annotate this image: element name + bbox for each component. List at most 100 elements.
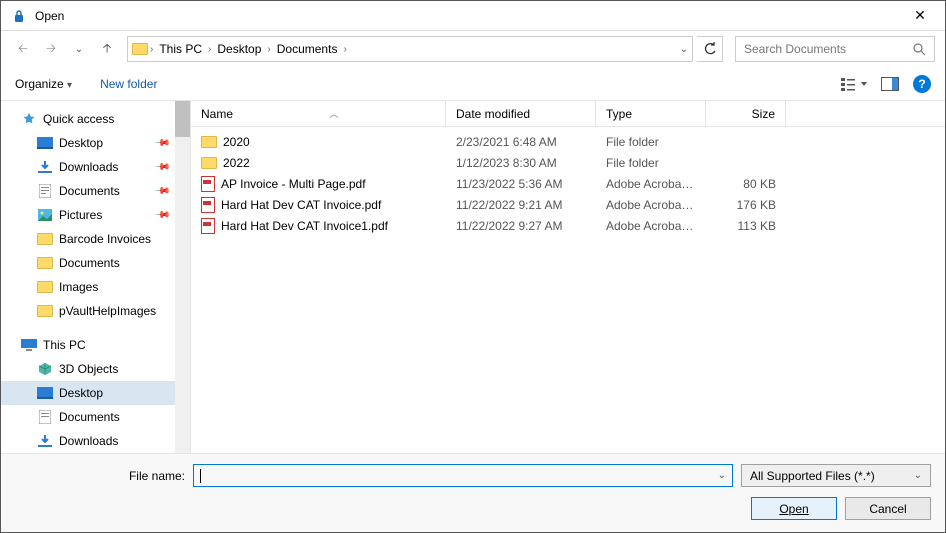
- nav-images[interactable]: Images: [1, 275, 190, 299]
- pc-icon: [21, 337, 37, 353]
- folder-icon: [37, 231, 53, 247]
- file-name: 2022: [223, 156, 250, 170]
- file-name: AP Invoice - Multi Page.pdf: [221, 177, 366, 191]
- file-type: File folder: [596, 135, 706, 149]
- folder-icon: [37, 255, 53, 271]
- desktop-icon: [37, 135, 53, 151]
- file-row[interactable]: Hard Hat Dev CAT Invoice1.pdf 11/22/2022 …: [191, 215, 945, 236]
- chevron-down-icon[interactable]: ⌄: [718, 470, 726, 481]
- window-title: Open: [35, 9, 64, 23]
- folder-icon: [37, 279, 53, 295]
- picture-icon: [37, 207, 53, 223]
- crumb-documents[interactable]: Documents: [273, 42, 342, 56]
- file-row[interactable]: 2020 2/23/2021 6:48 AMFile folder: [191, 131, 945, 152]
- search-icon: [913, 43, 926, 56]
- nav-documents3[interactable]: Documents: [1, 405, 190, 429]
- refresh-button[interactable]: [697, 36, 723, 62]
- file-type: File folder: [596, 156, 706, 170]
- title-bar: Open ✕: [1, 1, 945, 31]
- file-date: 11/23/2022 5:36 AM: [446, 177, 596, 191]
- footer: File name: ⌄ All Supported Files (*.*)⌄ …: [1, 453, 945, 532]
- file-type: Adobe Acrobat D...: [596, 177, 706, 191]
- nav-scrollbar[interactable]: [175, 101, 190, 453]
- pin-icon: 📌: [153, 135, 170, 152]
- close-button[interactable]: ✕: [905, 1, 935, 31]
- col-type[interactable]: Type: [596, 101, 706, 126]
- file-size: 113 KB: [706, 219, 786, 233]
- nav-desktop[interactable]: Desktop📌: [1, 131, 190, 155]
- folder-icon: [132, 41, 148, 57]
- chevron-right-icon: ›: [343, 44, 346, 55]
- file-type-filter[interactable]: All Supported Files (*.*)⌄: [741, 464, 931, 487]
- file-type: Adobe Acrobat D...: [596, 198, 706, 212]
- chevron-right-icon: ›: [267, 44, 270, 55]
- crumb-desktop[interactable]: Desktop: [213, 42, 265, 56]
- nav-downloads[interactable]: Downloads📌: [1, 155, 190, 179]
- file-row[interactable]: 2022 1/12/2023 8:30 AMFile folder: [191, 152, 945, 173]
- view-options-button[interactable]: [841, 76, 867, 92]
- nav-barcode[interactable]: Barcode Invoices: [1, 227, 190, 251]
- folder-icon: [37, 303, 53, 319]
- search-input[interactable]: Search Documents: [735, 36, 935, 62]
- file-date: 11/22/2022 9:21 AM: [446, 198, 596, 212]
- crumb-thispc[interactable]: This PC: [155, 42, 206, 56]
- pin-icon: 📌: [153, 159, 170, 176]
- navigation-pane: Quick access Desktop📌 Downloads📌 Documen…: [1, 101, 191, 453]
- file-name: Hard Hat Dev CAT Invoice1.pdf: [221, 219, 388, 233]
- download-icon: [37, 159, 53, 175]
- up-button[interactable]: 🡡: [95, 37, 119, 61]
- file-type: Adobe Acrobat D...: [596, 219, 706, 233]
- nav-bar: 🡠 🡢 ⌄ 🡡 › This PC › Desktop › Documents …: [1, 31, 945, 67]
- organize-menu[interactable]: Organize ▾: [15, 77, 72, 91]
- folder-icon: [201, 136, 217, 148]
- file-date: 2/23/2021 6:48 AM: [446, 135, 596, 149]
- col-size[interactable]: Size: [706, 101, 786, 126]
- file-row[interactable]: AP Invoice - Multi Page.pdf 11/23/2022 5:…: [191, 173, 945, 194]
- pin-icon: 📌: [153, 183, 170, 200]
- cancel-button[interactable]: Cancel: [845, 497, 931, 520]
- pdf-icon: [201, 176, 215, 192]
- help-button[interactable]: ?: [913, 75, 931, 93]
- nav-documents[interactable]: Documents📌: [1, 179, 190, 203]
- chevron-down-icon[interactable]: ⌄: [680, 44, 688, 55]
- open-button[interactable]: Open: [751, 497, 837, 520]
- file-name: Hard Hat Dev CAT Invoice.pdf: [221, 198, 381, 212]
- nav-pvault[interactable]: pVaultHelpImages: [1, 299, 190, 323]
- column-headers: Name︿ Date modified Type Size: [191, 101, 945, 127]
- new-folder-button[interactable]: New folder: [100, 77, 157, 91]
- preview-pane-button[interactable]: [881, 77, 899, 91]
- pin-icon: 📌: [153, 207, 170, 224]
- file-row[interactable]: Hard Hat Dev CAT Invoice.pdf 11/22/2022 9…: [191, 194, 945, 215]
- file-date: 11/22/2022 9:27 AM: [446, 219, 596, 233]
- document-icon: [37, 409, 53, 425]
- folder-icon: [201, 157, 217, 169]
- nav-downloads2[interactable]: Downloads: [1, 429, 190, 453]
- download-icon: [37, 433, 53, 449]
- file-size: 80 KB: [706, 177, 786, 191]
- desktop-icon: [37, 385, 53, 401]
- nav-this-pc[interactable]: This PC: [1, 333, 190, 357]
- file-date: 1/12/2023 8:30 AM: [446, 156, 596, 170]
- nav-desktop2[interactable]: Desktop: [1, 381, 190, 405]
- chevron-right-icon: ›: [208, 44, 211, 55]
- chevron-down-icon: ⌄: [914, 470, 922, 481]
- scrollbar-thumb[interactable]: [175, 101, 190, 137]
- recent-dropdown[interactable]: ⌄: [67, 37, 91, 61]
- file-name: 2020: [223, 135, 250, 149]
- back-button[interactable]: 🡠: [11, 37, 35, 61]
- filename-input[interactable]: ⌄: [193, 464, 733, 487]
- forward-button[interactable]: 🡢: [39, 37, 63, 61]
- cube-icon: [37, 361, 53, 377]
- nav-pictures[interactable]: Pictures📌: [1, 203, 190, 227]
- col-date[interactable]: Date modified: [446, 101, 596, 126]
- toolbar: Organize ▾ New folder ?: [1, 67, 945, 101]
- nav-quick-access[interactable]: Quick access: [1, 107, 190, 131]
- breadcrumb[interactable]: › This PC › Desktop › Documents › ⌄: [127, 36, 693, 62]
- chevron-right-icon: ›: [150, 44, 153, 55]
- nav-documents2[interactable]: Documents: [1, 251, 190, 275]
- pdf-icon: [201, 197, 215, 213]
- nav-3d-objects[interactable]: 3D Objects: [1, 357, 190, 381]
- document-icon: [37, 183, 53, 199]
- filename-label: File name:: [15, 469, 185, 483]
- col-name[interactable]: Name︿: [191, 101, 446, 126]
